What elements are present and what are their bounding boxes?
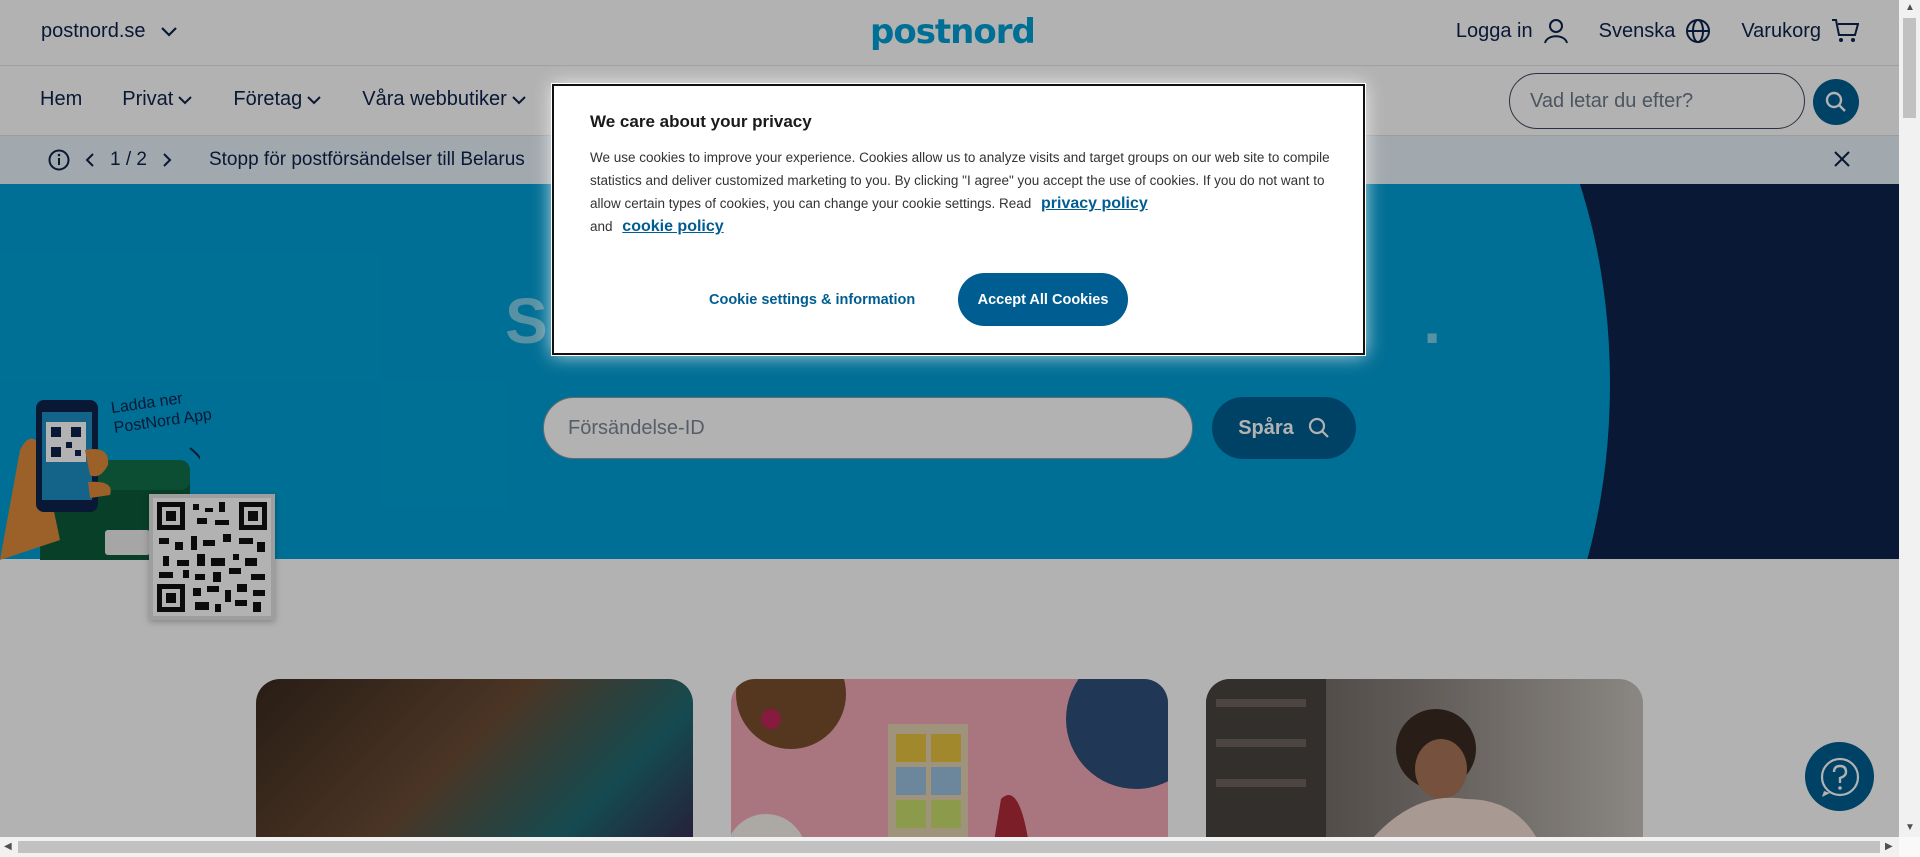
vertical-scrollbar[interactable]: ▲ ▼ (1899, 0, 1920, 837)
cookie-body-text: We use cookies to improve your experienc… (590, 150, 1330, 211)
accept-all-cookies-button[interactable]: Accept All Cookies (958, 273, 1128, 326)
vertical-scroll-thumb[interactable] (1903, 18, 1916, 118)
cookie-dialog-body: We use cookies to improve your experienc… (590, 146, 1342, 238)
page: postnord.se postnord Logga in Svenska Va… (0, 0, 1899, 837)
cookie-settings-button[interactable]: Cookie settings & information (709, 278, 915, 322)
privacy-policy-link[interactable]: privacy policy (1041, 195, 1148, 212)
scroll-down-icon[interactable]: ▼ (1905, 822, 1915, 833)
horizontal-scroll-thumb[interactable] (18, 841, 1880, 853)
cookie-body-and: and (590, 219, 613, 234)
cookie-dialog-title: We care about your privacy (590, 112, 812, 131)
cookie-policy-link[interactable]: cookie policy (622, 218, 723, 235)
horizontal-scrollbar[interactable]: ◀ ▶ (0, 837, 1899, 857)
scroll-up-icon[interactable]: ▲ (1905, 2, 1915, 13)
scroll-right-icon[interactable]: ▶ (1885, 841, 1893, 852)
scroll-left-icon[interactable]: ◀ (4, 841, 12, 852)
cookie-consent-dialog: We care about your privacy We use cookie… (551, 83, 1366, 356)
